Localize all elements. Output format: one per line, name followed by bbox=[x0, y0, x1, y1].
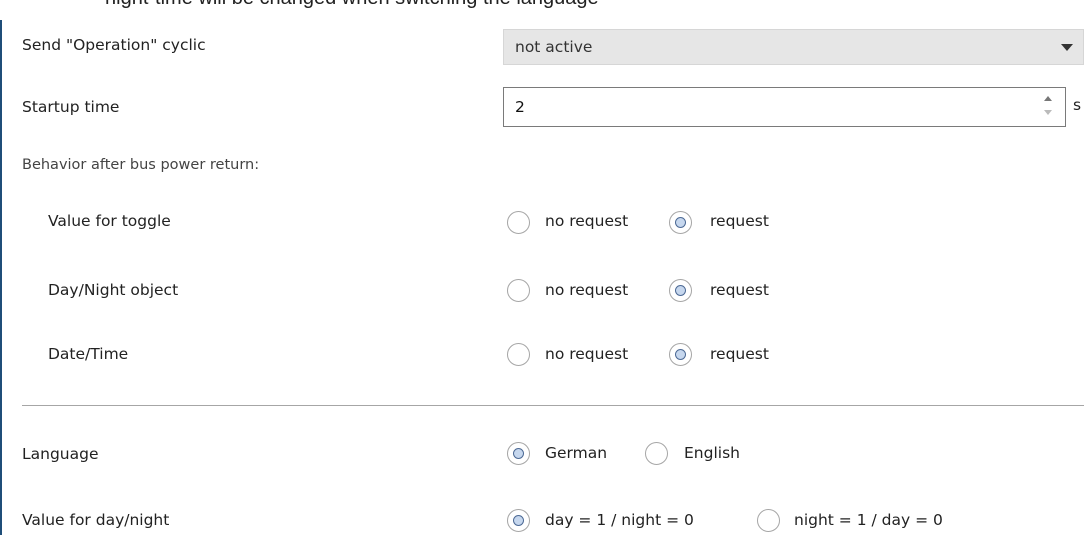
send-operation-value: not active bbox=[515, 38, 593, 56]
datetime-request-label[interactable]: request bbox=[710, 345, 769, 363]
language-german-radio[interactable] bbox=[507, 442, 530, 465]
daynight-request-radio[interactable] bbox=[669, 279, 692, 302]
daynight-no-request-radio[interactable] bbox=[507, 279, 530, 302]
startup-time-spinner[interactable]: 2 bbox=[503, 87, 1066, 127]
language-german-label[interactable]: German bbox=[545, 444, 607, 462]
day-night-object-label: Day/Night object bbox=[48, 281, 179, 299]
datetime-no-request-label[interactable]: no request bbox=[545, 345, 628, 363]
toggle-request-label[interactable]: request bbox=[710, 212, 769, 230]
language-english-label[interactable]: English bbox=[684, 444, 740, 462]
language-label: Language bbox=[22, 445, 99, 463]
datetime-no-request-radio[interactable] bbox=[507, 343, 530, 366]
chevron-down-icon[interactable] bbox=[1061, 44, 1073, 51]
bus-power-section-heading: Behavior after bus power return: bbox=[22, 157, 260, 173]
value-for-toggle-label: Value for toggle bbox=[48, 212, 171, 230]
send-operation-label: Send "Operation" cyclic bbox=[22, 36, 206, 54]
top-clipped-text-strip: night-time will be changed when switchin… bbox=[0, 0, 1084, 20]
language-english-radio[interactable] bbox=[645, 442, 668, 465]
date-time-label: Date/Time bbox=[48, 345, 129, 363]
spin-down-icon[interactable] bbox=[1044, 110, 1052, 115]
toggle-no-request-radio[interactable] bbox=[507, 211, 530, 234]
send-operation-dropdown[interactable]: not active bbox=[503, 29, 1084, 65]
toggle-no-request-label[interactable]: no request bbox=[545, 212, 628, 230]
night1-day0-radio[interactable] bbox=[757, 509, 780, 532]
datetime-request-radio[interactable] bbox=[669, 343, 692, 366]
section-divider bbox=[22, 405, 1084, 406]
night1-day0-label[interactable]: night = 1 / day = 0 bbox=[794, 511, 943, 529]
startup-time-label: Startup time bbox=[22, 98, 120, 116]
clipped-notice-text: night-time will be changed when switchin… bbox=[105, 0, 599, 10]
daynight-request-label[interactable]: request bbox=[710, 281, 769, 299]
window-left-border bbox=[0, 20, 2, 535]
day-night-value-label: Value for day/night bbox=[22, 511, 170, 529]
day1-night0-radio[interactable] bbox=[507, 509, 530, 532]
daynight-no-request-label[interactable]: no request bbox=[545, 281, 628, 299]
day1-night0-label[interactable]: day = 1 / night = 0 bbox=[545, 511, 694, 529]
spin-up-icon[interactable] bbox=[1044, 96, 1052, 101]
toggle-request-radio[interactable] bbox=[669, 211, 692, 234]
startup-time-unit: s bbox=[1073, 96, 1082, 114]
startup-time-value: 2 bbox=[515, 98, 525, 116]
